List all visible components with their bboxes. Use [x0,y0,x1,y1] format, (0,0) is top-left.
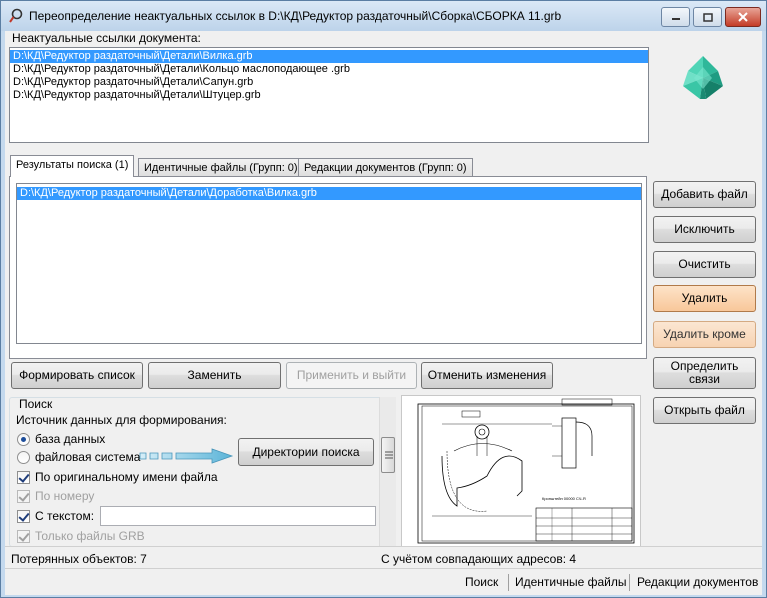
drawing-preview: Кронштейн 00000 СЧ-Я [401,395,641,547]
only-grb-checkbox[interactable] [17,530,30,543]
arrow-right-icon [139,448,234,464]
source-fs-radio[interactable] [17,451,30,464]
source-db-radio[interactable] [17,433,30,446]
dialog-window: Переопределение неактуальных ссылок в D:… [0,0,767,598]
app-logo-icon [683,56,723,99]
cancel-changes-button[interactable]: Отменить изменения [421,362,553,389]
outdated-links-list[interactable]: D:\КД\Редуктор раздаточный\Детали\Вилка.… [9,47,649,143]
by-number-checkbox[interactable] [17,490,30,503]
search-directories-button[interactable]: Директории поиска [238,438,374,466]
grip-icon [385,451,393,459]
list-item[interactable]: D:\КД\Редуктор раздаточный\Детали\Штуцер… [10,89,648,102]
search-group-title: Поиск [16,398,56,411]
footer-separator [629,574,630,591]
delete-except-button[interactable]: Удалить кроме [653,321,756,348]
client-area: Неактуальные ссылки документа: D:\КД\Ред… [5,31,762,595]
app-icon [9,8,23,23]
replace-button[interactable]: Заменить [148,362,281,389]
outdated-links-label: Неактуальные ссылки документа: [12,31,201,45]
scrollbar-thumb[interactable] [381,437,395,473]
matching-addresses-status: С учётом совпадающих адресов: 4 [381,552,577,566]
close-icon [738,12,748,22]
search-scrollbar[interactable] [379,397,396,547]
with-text-label[interactable]: С текстом: [35,509,94,523]
list-item[interactable]: D:\КД\Редуктор раздаточный\Детали\Сапун.… [10,76,648,89]
by-number-label: По номеру [35,489,95,503]
add-file-button[interactable]: Добавить файл [653,181,756,208]
define-links-button[interactable]: Определить связи [653,357,756,389]
delete-button[interactable]: Удалить [653,285,756,312]
window-title: Переопределение неактуальных ссылок в D:… [29,9,562,23]
source-label: Источник данных для формирования: [16,413,227,427]
with-text-checkbox[interactable] [17,510,30,523]
form-list-button[interactable]: Формировать список [11,362,143,389]
original-name-label[interactable]: По оригинальному имени файла [35,470,218,484]
search-results-list[interactable]: D:\КД\Редуктор раздаточный\Детали\Дорабо… [16,183,642,344]
tab-document-revisions[interactable]: Редакции документов (Групп: 0) [298,158,473,178]
clear-button[interactable]: Очистить [653,251,756,278]
open-file-button[interactable]: Открыть файл [653,397,756,424]
tab-search-results[interactable]: Результаты поиска (1) [10,155,135,177]
footer-tab-revisions[interactable]: Редакции документов [637,575,758,589]
source-fs-label[interactable]: файловая система [35,450,140,464]
minimize-button[interactable] [661,7,690,27]
close-button[interactable] [725,7,761,27]
only-grb-label: Только файлы GRB [35,529,145,543]
lost-objects-status: Потерянных объектов: 7 [11,552,147,566]
minimize-icon [671,18,680,20]
search-groupbox: Поиск Источник данных для формирования: … [9,397,383,547]
list-item[interactable]: D:\КД\Редуктор раздаточный\Детали\Вилка.… [10,50,648,63]
footer-tab-bar: Поиск Идентичные файлы Редакции документ… [5,568,762,595]
original-name-checkbox[interactable] [17,471,30,484]
source-db-label[interactable]: база данных [35,432,105,446]
list-item[interactable]: D:\КД\Редуктор раздаточный\Детали\Дорабо… [17,187,641,200]
footer-separator [508,574,509,591]
title-bar[interactable]: Переопределение неактуальных ссылок в D:… [1,1,766,31]
with-text-input[interactable] [100,506,376,526]
drawing-caption: Кронштейн 00000 СЧ-Я [542,496,586,501]
maximize-button[interactable] [693,7,722,27]
drawing-thumbnail: Кронштейн 00000 СЧ-Я [417,398,635,544]
list-item[interactable]: D:\КД\Редуктор раздаточный\Детали\Кольцо… [10,63,648,76]
exclude-button[interactable]: Исключить [653,216,756,243]
apply-exit-button[interactable]: Применить и выйти [286,362,417,389]
search-results-panel: D:\КД\Редуктор раздаточный\Детали\Дорабо… [9,176,647,359]
status-bar: Потерянных объектов: 7 С учётом совпадаю… [5,546,762,568]
footer-tab-identical[interactable]: Идентичные файлы [515,575,627,589]
footer-tab-search[interactable]: Поиск [465,575,498,589]
tab-identical-files[interactable]: Идентичные файлы (Групп: 0) [138,158,304,178]
maximize-icon [702,12,713,22]
